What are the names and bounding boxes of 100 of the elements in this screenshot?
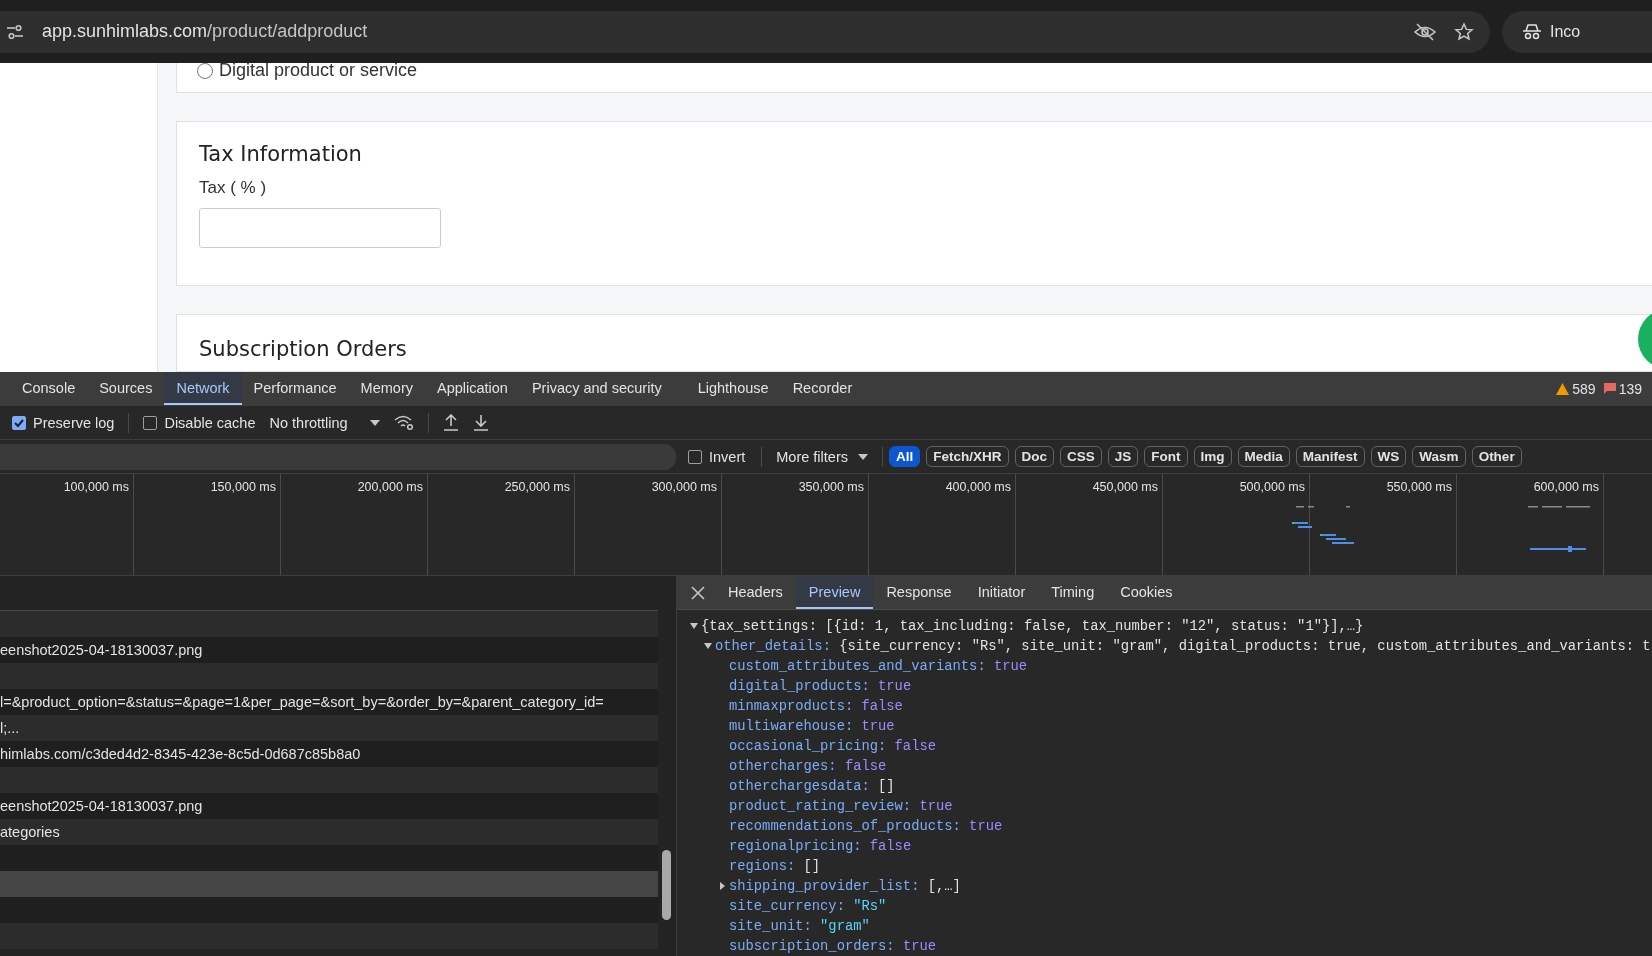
property-value: "gram" bbox=[820, 918, 870, 934]
devtools-tab[interactable]: Privacy and security bbox=[519, 372, 674, 405]
error-count[interactable]: 139 bbox=[1618, 380, 1642, 397]
throttling-dropdown[interactable]: No throttling bbox=[269, 414, 380, 431]
time-tick-label: 550,000 ms bbox=[1386, 480, 1452, 494]
property-value: [] bbox=[803, 858, 821, 874]
devtools-tab[interactable]: Recorder bbox=[780, 372, 865, 405]
field-label: Tax ( % ) bbox=[199, 177, 268, 198]
detail-tab[interactable]: Timing bbox=[1038, 576, 1108, 609]
more-filters-dropdown[interactable]: More filters bbox=[776, 448, 868, 465]
property-value: true bbox=[878, 678, 912, 694]
expand-triangle-icon[interactable] bbox=[701, 641, 715, 651]
wifi-settings-icon[interactable] bbox=[393, 414, 414, 431]
expand-triangle-icon[interactable] bbox=[687, 621, 701, 631]
property-key: multiwarehouse: bbox=[729, 718, 854, 734]
caret-icon bbox=[369, 419, 380, 426]
detail-tab[interactable]: Headers bbox=[715, 576, 796, 609]
time-tick-label: 500,000 ms bbox=[1239, 480, 1305, 494]
incognito-button[interactable]: Inco bbox=[1502, 10, 1652, 53]
time-tick-label: 100,000 ms bbox=[63, 480, 129, 494]
property-key: minmaxproducts: bbox=[729, 698, 854, 714]
time-tick-label: 150,000 ms bbox=[210, 480, 276, 494]
filter-chip[interactable]: Wasm bbox=[1412, 446, 1466, 467]
checkbox[interactable] bbox=[688, 449, 702, 464]
incognito-icon bbox=[1522, 23, 1542, 40]
object-summary: [,…] bbox=[927, 878, 961, 894]
property-key: digital_products: bbox=[729, 678, 870, 694]
eye-off-icon[interactable] bbox=[1414, 22, 1436, 41]
time-tick-label: 350,000 ms bbox=[798, 480, 864, 494]
request-row[interactable]: l=&product_option=&status=&page=1&per_page=&sort_by=&order_by=&parent_category_id= bbox=[0, 689, 658, 715]
property-key: occasional_pricing: bbox=[729, 738, 887, 754]
request-row[interactable]: eenshot2025-04-18130037.png bbox=[0, 793, 658, 819]
object-summary: {site_currency: "Rs", site_unit: "gram", digital_products: true, custom_attributes_and_variants: t bbox=[839, 638, 1651, 654]
devtools-tab[interactable]: Application bbox=[425, 372, 520, 405]
warning-count[interactable]: 589 bbox=[1572, 380, 1596, 397]
property-key: product_rating_review: bbox=[729, 798, 912, 814]
section-title: Subscription Orders bbox=[199, 336, 408, 361]
request-row[interactable]: l;... bbox=[0, 715, 658, 741]
property-key: otherchargesdata: bbox=[729, 778, 870, 794]
property-key: shipping_provider_list: bbox=[729, 878, 920, 894]
property-value: "Rs" bbox=[853, 898, 887, 914]
address-bar[interactable]: app.sunhimlabs.com/product/addproduct bbox=[0, 10, 1490, 53]
time-tick-label: 400,000 ms bbox=[945, 480, 1011, 494]
checkbox[interactable] bbox=[143, 415, 158, 430]
warning-icon bbox=[1556, 382, 1570, 395]
filter-chip[interactable]: Font bbox=[1144, 446, 1188, 467]
checkbox[interactable] bbox=[12, 415, 26, 430]
time-tick-label: 600,000 ms bbox=[1533, 480, 1599, 494]
devtools-tab[interactable]: Console bbox=[10, 372, 88, 405]
filter-chip[interactable]: CSS bbox=[1060, 446, 1102, 467]
property-value: false bbox=[844, 758, 887, 774]
upload-icon[interactable] bbox=[442, 414, 459, 431]
checkbox-label: Invert bbox=[709, 448, 746, 465]
time-tick-label: 250,000 ms bbox=[504, 480, 570, 494]
tax-input-field[interactable] bbox=[199, 207, 441, 248]
request-row[interactable]: eenshot2025-04-18130037.png bbox=[0, 637, 658, 663]
time-tick-label: 300,000 ms bbox=[651, 480, 717, 494]
object-summary: {tax_settings: [{id: 1, tax_including: false, tax_number: "12", status: "1"}],…} bbox=[701, 618, 1364, 634]
star-icon[interactable] bbox=[1454, 21, 1474, 42]
filter-chip[interactable]: WS bbox=[1370, 446, 1407, 467]
property-key: regions: bbox=[729, 858, 796, 874]
detail-tab[interactable]: Response bbox=[873, 576, 965, 609]
property-value: false bbox=[869, 838, 912, 854]
filter-chip[interactable]: Doc bbox=[1014, 446, 1055, 467]
property-value: [] bbox=[878, 778, 895, 794]
filter-chip[interactable]: Img bbox=[1193, 446, 1232, 467]
devtools-tab[interactable]: Network bbox=[164, 372, 242, 405]
checkbox-label: Disable cache bbox=[164, 414, 256, 431]
property-value: true bbox=[993, 658, 1028, 674]
devtools-tab[interactable]: Performance bbox=[241, 372, 349, 405]
download-icon[interactable] bbox=[472, 414, 489, 431]
property-key: site_unit: bbox=[729, 918, 812, 934]
site-settings-icon[interactable] bbox=[6, 23, 24, 40]
property-value: false bbox=[894, 738, 936, 754]
property-value: true bbox=[969, 818, 1003, 834]
filter-chip[interactable]: Fetch/XHR bbox=[926, 446, 1009, 467]
filter-chip[interactable]: Manifest bbox=[1295, 446, 1365, 467]
detail-tab[interactable]: Cookies bbox=[1107, 576, 1186, 609]
request-row[interactable]: himlabs.com/c3ded4d2-8345-423e-8c5d-0d687c85b8a0 bbox=[0, 741, 658, 767]
property-key: custom_attributes_and_variants: bbox=[729, 658, 986, 674]
time-tick-label: 450,000 ms bbox=[1092, 480, 1158, 494]
filter-chip[interactable]: All bbox=[889, 446, 921, 467]
property-value: false bbox=[861, 698, 903, 714]
devtools-tab[interactable]: Sources bbox=[87, 372, 165, 405]
property-key: regionalpricing: bbox=[729, 838, 862, 854]
devtools-tab[interactable]: Lighthouse bbox=[685, 372, 781, 405]
time-tick-label: 200,000 ms bbox=[357, 480, 423, 494]
filter-chip[interactable]: JS bbox=[1107, 446, 1139, 467]
checkbox-label: Preserve log bbox=[33, 414, 115, 431]
detail-tab[interactable]: Preview bbox=[795, 576, 874, 609]
detail-tab[interactable]: Initiator bbox=[964, 576, 1039, 609]
filter-chip[interactable]: Other bbox=[1471, 446, 1522, 467]
devtools-tab[interactable]: Memory bbox=[348, 372, 425, 405]
property-value: true bbox=[861, 718, 895, 734]
caret-icon bbox=[858, 453, 868, 460]
request-row[interactable]: ategories bbox=[0, 819, 658, 845]
error-icon bbox=[1603, 383, 1616, 394]
filter-chip[interactable]: Media bbox=[1237, 446, 1290, 467]
property-value: true bbox=[919, 798, 953, 814]
section-title: Tax Information bbox=[199, 141, 363, 166]
